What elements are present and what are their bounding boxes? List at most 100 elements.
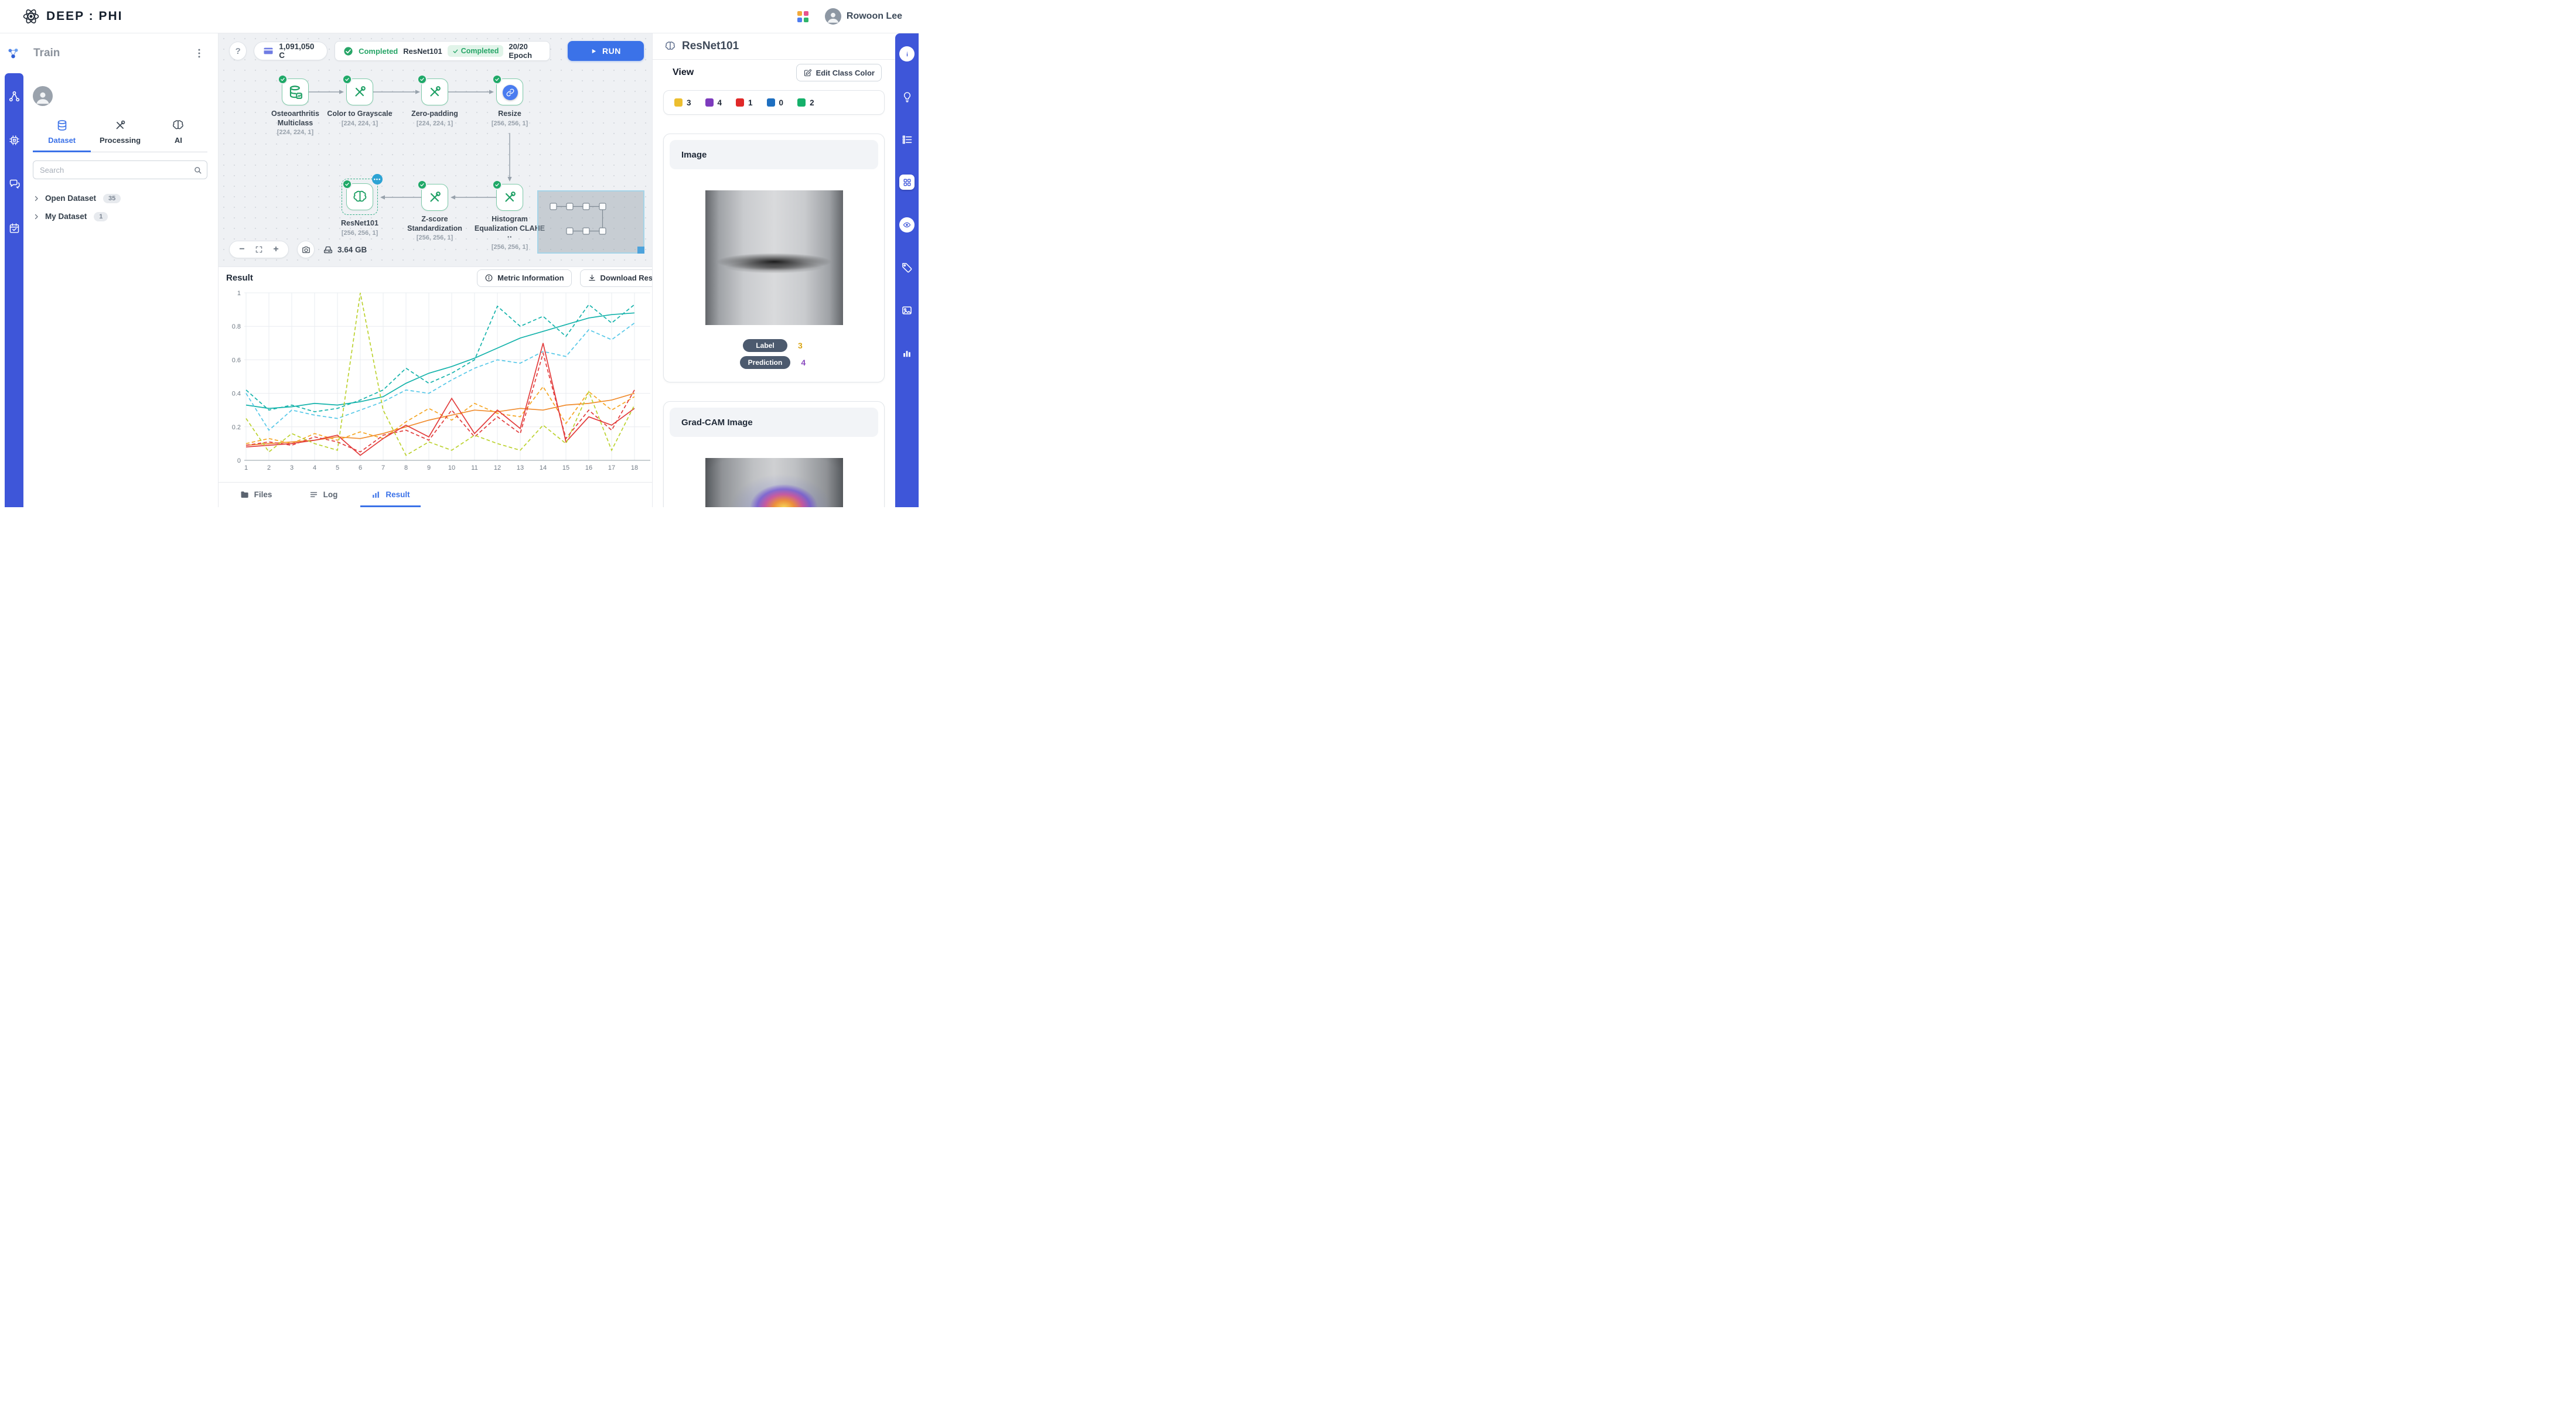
node-dims: [224, 224, 1] [277,129,313,136]
node-dims: [224, 224, 1] [342,120,378,127]
node-zscore-standardization[interactable]: Z-score Standardization [256, 256, 1] [397,184,472,241]
class-color-legend: 3 4 1 0 2 [663,90,885,115]
class-color-swatch [705,98,714,107]
class-chip: 2 [797,98,814,107]
credits-chip[interactable]: 1,091,050 C [254,42,327,60]
class-color-swatch [736,98,744,107]
svg-text:9: 9 [427,464,431,471]
status-text: Completed [359,47,398,56]
tab-result[interactable]: Result [357,483,424,507]
tree-item-my-dataset[interactable]: My Dataset 1 [33,208,207,225]
workspace-cluster-icon[interactable] [6,46,21,61]
metric-information-button[interactable]: Metric Information [477,269,571,287]
node-zero-padding[interactable]: Zero-padding [224, 224, 1] [397,78,472,127]
lightbulb-icon[interactable] [899,89,915,104]
node-resnet101[interactable]: ••• ResNet101 [256, 256, 1] [322,179,397,237]
model-title: ResNet101 [682,40,739,53]
canvas-toolbar: ? 1,091,050 C [229,41,644,61]
folder-icon [240,490,250,500]
zoom-in-icon[interactable]: + [271,243,281,256]
svg-text:6: 6 [359,464,362,471]
node-label: Z-score Standardization [397,215,472,233]
apps-grid-dot [804,18,808,22]
chevron-right-icon [33,195,40,202]
minimap[interactable] [537,190,644,254]
node-dims: [256, 256, 1] [417,234,453,241]
class-color-swatch [674,98,683,107]
class-number: 2 [810,98,814,107]
tree-item-open-dataset[interactable]: Open Dataset 35 [33,190,207,207]
svg-text:17: 17 [608,464,615,471]
node-osteoarthritis-multiclass[interactable]: Osteoarthritis Multiclass [224, 224, 1] [258,78,333,136]
tab-ai[interactable]: AI [149,114,207,152]
pipeline-canvas[interactable]: ? 1,091,050 C [219,33,652,266]
node-dims: [224, 224, 1] [417,120,453,127]
user-name: Rowoon Lee [847,11,902,22]
pipeline-flow-icon[interactable] [6,88,22,104]
task-list-icon[interactable] [899,132,915,147]
zoom-out-icon[interactable]: − [237,243,247,256]
result-chart: 12345678910111213141516171800.20.40.60.8… [219,288,652,482]
apps-grid-dot [797,18,802,22]
svg-text:16: 16 [585,464,592,471]
status-pill: Completed ResNet101 Completed 20/20 Epoc… [335,41,550,61]
bar-chart-icon[interactable] [899,346,915,361]
svg-text:18: 18 [631,464,638,471]
status-badge-label: Completed [461,47,499,55]
class-number: 1 [748,98,753,107]
view-label: View [673,67,694,78]
play-icon [591,48,597,54]
count-badge: 1 [94,212,108,221]
node-menu-icon[interactable]: ••• [372,174,383,184]
info-icon[interactable] [899,46,915,61]
screenshot-camera-icon[interactable] [297,241,315,258]
tab-dataset[interactable]: Dataset [33,114,91,152]
node-histogram-equalization[interactable]: Histogram Equalization CLAHE ·· [256, 25… [472,184,547,251]
tab-label: Dataset [48,136,76,145]
edit-class-color-button[interactable]: Edit Class Color [796,64,882,81]
result-bottom-tabs: Files Log Result [219,482,652,507]
tag-icon[interactable] [899,260,915,275]
panel-title: Train [33,47,178,60]
image-icon[interactable] [899,303,915,318]
svg-text:0.4: 0.4 [232,391,241,398]
left-tabs: Dataset Processing [33,114,207,152]
tab-processing[interactable]: Processing [91,114,149,152]
class-chip: 4 [705,98,722,107]
active-panel-grid-icon[interactable] [899,175,915,190]
search-icon[interactable] [190,163,204,177]
check-circle-icon [343,46,353,56]
apps-grid-icon[interactable] [797,11,808,22]
completed-check-icon [278,74,288,84]
chart-series [246,353,634,452]
chip-icon[interactable] [6,132,22,148]
chat-icon[interactable] [6,176,22,192]
user-menu[interactable]: Rowoon Lee [825,8,902,25]
help-button[interactable]: ? [229,42,247,60]
download-result-button[interactable]: Download Result [580,269,652,287]
pencil-square-icon [803,69,812,77]
storage-value: 3.64 GB [337,245,367,254]
download-button-label: Download Result [601,274,652,282]
chart-icon [371,490,381,500]
tab-log[interactable]: Log [289,483,357,507]
card-title: Image [681,150,707,160]
panel-menu-button[interactable] [191,45,207,61]
minimap-viewport-handle[interactable] [637,247,644,254]
zoom-controls: − + [229,241,289,258]
node-resize[interactable]: Resize [256, 256, 1] [472,78,547,127]
svg-text:3: 3 [290,464,294,471]
run-button[interactable]: RUN [568,41,644,61]
class-chip: 3 [674,98,691,107]
eye-icon[interactable] [899,217,915,233]
class-number: 4 [718,98,722,107]
tab-files[interactable]: Files [222,483,289,507]
node-color-to-grayscale[interactable]: Color to Grayscale [224, 224, 1] [322,78,397,127]
brain-icon [352,189,368,205]
brand-logo-atom-icon [22,8,40,25]
search-input[interactable] [33,160,207,179]
node-dims: [256, 256, 1] [492,120,528,127]
calendar-check-icon[interactable] [6,220,22,235]
fit-view-icon[interactable] [254,243,264,256]
status-badge: Completed [448,45,504,57]
